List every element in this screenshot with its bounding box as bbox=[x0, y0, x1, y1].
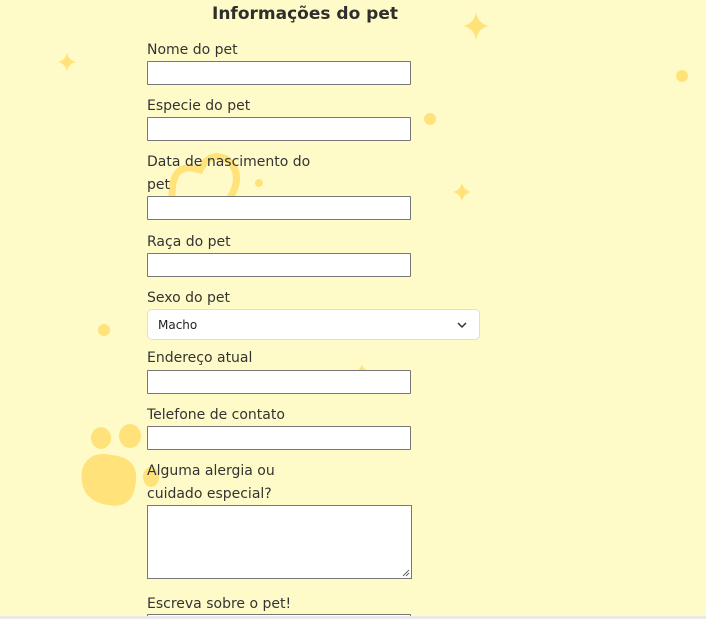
sparkle-icon bbox=[453, 182, 471, 202]
phone-label: Telefone de contato bbox=[147, 407, 285, 423]
address-label: Endereço atual bbox=[147, 350, 253, 366]
pet-name-label: Nome do pet bbox=[147, 42, 238, 58]
dot-icon bbox=[98, 324, 110, 336]
pet-birthdate-input[interactable] bbox=[147, 196, 411, 220]
dot-icon bbox=[424, 113, 436, 125]
phone-input[interactable] bbox=[147, 426, 411, 450]
sparkle-icon bbox=[58, 52, 76, 72]
sparkle-icon bbox=[463, 12, 489, 40]
address-input[interactable] bbox=[147, 370, 411, 394]
allergy-label: Alguma alergia ou cuidado especial? bbox=[147, 463, 275, 502]
pet-species-label: Especie do pet bbox=[147, 98, 251, 114]
about-label: Escreva sobre o pet! bbox=[147, 596, 292, 612]
pet-breed-input[interactable] bbox=[147, 253, 411, 277]
pet-name-input[interactable] bbox=[147, 61, 411, 85]
allergy-textarea[interactable] bbox=[147, 505, 412, 579]
pet-breed-label: Raça do pet bbox=[147, 234, 231, 250]
chevron-down-icon bbox=[457, 322, 467, 329]
form-title: Informações do pet bbox=[212, 4, 398, 24]
pet-sex-select[interactable]: Macho bbox=[147, 309, 480, 340]
pet-birthdate-label: Data de nascimento do pet bbox=[147, 154, 311, 193]
resize-grip-icon[interactable] bbox=[402, 569, 410, 577]
pet-sex-selected-value: Macho bbox=[158, 318, 198, 332]
pet-species-input[interactable] bbox=[147, 117, 411, 141]
pet-sex-label: Sexo do pet bbox=[147, 290, 231, 306]
dot-icon bbox=[676, 70, 688, 82]
